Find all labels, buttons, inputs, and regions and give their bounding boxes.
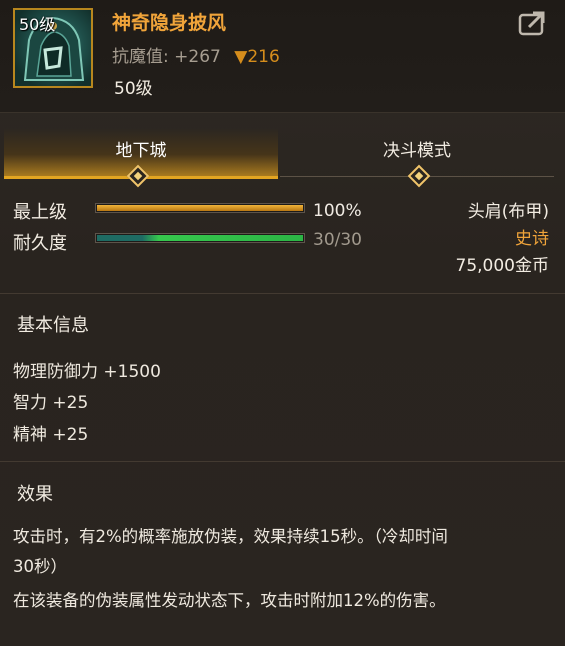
equipment-slot: 头肩(布甲) <box>467 202 549 222</box>
basic-info-title: 基本信息 <box>17 315 89 336</box>
tooltip-header: 50级 神奇隐身披风 抗魔值: +267 ▼216 50级 <box>0 0 565 113</box>
stat-label: 抗魔值: <box>112 47 169 67</box>
item-level: 50级 <box>114 79 153 99</box>
stat-intelligence: 智力 +25 <box>13 393 89 413</box>
cloak-shoulder-icon: 50级 <box>13 8 93 88</box>
effect-line-3: 在该装备的伪装属性发动状态下，攻击时附加12%的伤害。 <box>13 591 446 610</box>
magic-resist-line: 抗魔值: +267 ▼216 <box>112 42 280 67</box>
durability-bar <box>95 233 305 243</box>
price-label: 75,000金币 <box>455 256 549 276</box>
divider <box>0 293 565 294</box>
item-name: 神奇隐身披风 <box>112 12 227 34</box>
effect-title: 效果 <box>17 484 53 505</box>
durability-value: 30/30 <box>313 230 362 250</box>
upgrade-bar <box>95 203 305 213</box>
divider <box>0 461 565 462</box>
upgrade-bar-fill <box>97 205 303 211</box>
effect-line-2: 30秒） <box>13 557 67 576</box>
stat-spirit: 精神 +25 <box>13 425 89 445</box>
icon-level-label: 50级 <box>19 15 56 34</box>
durability-label: 耐久度 <box>13 233 67 254</box>
stat-physical-defense: 物理防御力 +1500 <box>13 362 161 382</box>
rarity-label: 史诗 <box>515 229 549 249</box>
stat-diff: 216 <box>247 47 280 67</box>
decrease-arrow-icon: ▼ <box>234 47 248 67</box>
share-export-icon[interactable] <box>518 10 546 36</box>
upgrade-label: 最上级 <box>13 202 67 223</box>
mode-tabs: 地下城 决斗模式 <box>0 128 565 188</box>
item-tooltip: 50级 神奇隐身披风 抗魔值: +267 ▼216 50级 地下城 决斗模式 最… <box>0 0 565 646</box>
stat-value: +267 <box>174 47 221 67</box>
durability-bar-fill <box>97 235 303 241</box>
effect-line-1: 攻击时，有2%的概率施放伪装，效果持续15秒。（冷却时间 <box>13 527 448 546</box>
upgrade-value: 100% <box>313 201 362 221</box>
